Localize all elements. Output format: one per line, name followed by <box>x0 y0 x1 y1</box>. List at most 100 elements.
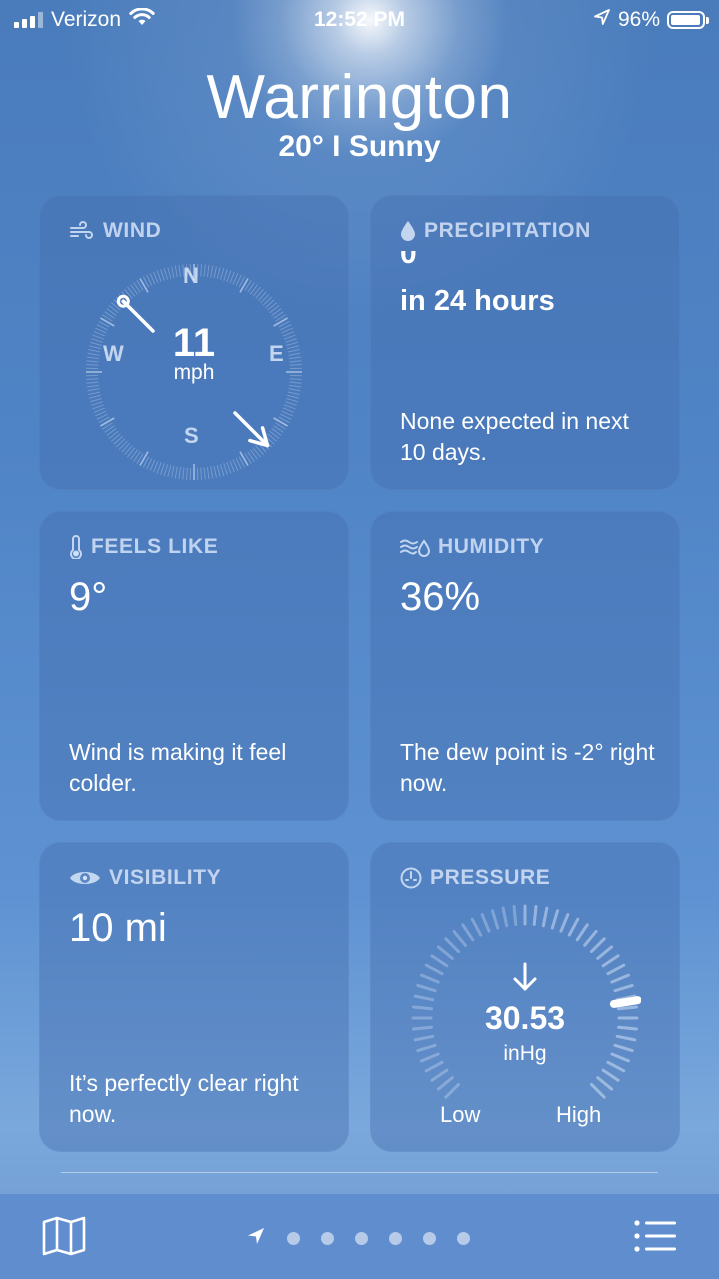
compass-tick <box>226 270 232 282</box>
wind-tile[interactable]: WIND N S E W 11 mph <box>39 195 349 490</box>
gauge-tick <box>575 923 589 942</box>
battery-fill <box>671 15 700 25</box>
pressure-unit: inHg <box>503 1042 547 1065</box>
compass-tick <box>100 417 115 427</box>
gauge-tick <box>532 905 538 926</box>
list-button[interactable] <box>634 1220 678 1257</box>
visibility-title: VISIBILITY <box>109 866 222 889</box>
gauge-tick <box>501 906 509 928</box>
page-dot[interactable] <box>321 1232 334 1245</box>
pressure-tile-header: PRESSURE <box>400 866 550 890</box>
gauge-tick <box>436 1076 454 1091</box>
gauge-tick <box>444 937 461 954</box>
precipitation-title: PRECIPITATION <box>424 219 591 242</box>
page-dot[interactable] <box>423 1232 436 1245</box>
compass-tick <box>91 401 103 406</box>
compass-tick <box>93 407 106 413</box>
compass-tick <box>92 404 104 410</box>
page-dot[interactable] <box>389 1232 402 1245</box>
visibility-description: It’s perfectly clear right now. <box>69 1070 299 1127</box>
gauge-tick <box>583 929 598 947</box>
compass-tick <box>178 466 182 480</box>
compass-tick <box>210 466 214 479</box>
compass-tick <box>287 394 299 399</box>
compass-tick <box>156 270 162 282</box>
compass-tick <box>267 433 278 442</box>
feels-like-value: 9° <box>69 575 108 619</box>
gauge-tick <box>596 1076 614 1091</box>
visibility-tile[interactable]: VISIBILITY 10 mi It’s perfectly clear ri… <box>39 842 349 1152</box>
precipitation-value: 0 <box>400 251 417 270</box>
page-dot[interactable] <box>457 1232 470 1245</box>
gauge-tick <box>613 983 634 993</box>
feels-like-tile-header: FEELS LIKE <box>69 535 218 559</box>
pressure-tile[interactable]: PRESSURE 30.53 inHg Low High <box>370 842 680 1152</box>
gauge-tick <box>436 945 454 960</box>
battery-icon <box>667 11 709 29</box>
map-icon <box>42 1216 86 1256</box>
humidity-tile[interactable]: HUMIDITY 36% The dew point is -2° right … <box>370 511 680 821</box>
compass-tick <box>153 460 159 473</box>
gauge-tick <box>589 937 606 954</box>
gauge-tick <box>430 954 449 968</box>
compass-tick <box>288 388 301 392</box>
gauge-tick <box>416 983 437 993</box>
compass-tick <box>171 266 175 279</box>
drop-icon <box>400 220 416 242</box>
pressure-low-label: Low <box>440 1102 481 1127</box>
precipitation-tile[interactable]: PRECIPITATION 0 in 24 hours None expecte… <box>370 195 680 490</box>
compass-tick <box>286 397 298 403</box>
compass-tick <box>223 269 228 281</box>
humidity-tile-header: HUMIDITY <box>400 535 544 559</box>
gauge-icon <box>400 867 422 889</box>
compass-tick <box>282 407 295 413</box>
gauge-tick <box>610 973 630 984</box>
compass-tick <box>213 465 217 478</box>
compass-tick <box>139 278 149 293</box>
feels-like-tile[interactable]: FEELS LIKE 9° Wind is making it feel col… <box>39 511 349 821</box>
compass-tick <box>178 264 182 278</box>
battery-percent: 96% <box>617 8 660 31</box>
pressure-high-label: High <box>556 1102 602 1127</box>
humidity-description: The dew point is -2° right now. <box>400 739 655 796</box>
map-button[interactable] <box>42 1216 86 1261</box>
compass-tick <box>118 440 128 451</box>
gauge-tick <box>606 963 626 976</box>
compass-south: S <box>184 423 199 448</box>
feels-like-title: FEELS LIKE <box>91 535 219 558</box>
compass-tick <box>86 384 100 388</box>
compass-tick <box>229 271 235 284</box>
compass-tick <box>255 445 264 456</box>
compass-tick <box>288 384 302 388</box>
precipitation-value-clip: 0 <box>400 251 660 281</box>
compass-tick <box>219 268 225 280</box>
compass-tick <box>285 401 297 406</box>
compass-tick <box>239 451 249 466</box>
thermometer-icon <box>69 535 83 559</box>
gauge-tick <box>550 909 560 930</box>
compass-north: N <box>183 263 199 288</box>
compass-tick <box>163 464 169 476</box>
gauge-tick <box>490 909 500 930</box>
compass-tick <box>226 462 232 474</box>
compass-tick <box>171 465 175 478</box>
page-indicator[interactable] <box>246 1226 470 1251</box>
pressure-title: PRESSURE <box>430 866 551 889</box>
precipitation-description: None expected in next 10 days. <box>400 408 629 465</box>
location-arrow-icon <box>593 8 611 32</box>
humidity-title: HUMIDITY <box>438 535 545 558</box>
compass-tick <box>185 467 188 480</box>
visibility-tile-header: VISIBILITY <box>69 866 221 890</box>
pressure-value: 30.53 <box>484 1000 566 1036</box>
page-dot[interactable] <box>355 1232 368 1245</box>
compass-tick <box>200 467 203 480</box>
compass-tick <box>113 435 123 445</box>
gauge-tick <box>512 905 518 926</box>
compass-tick <box>206 466 210 480</box>
compass-tick <box>223 463 228 475</box>
compass-tick <box>273 417 288 427</box>
gauge-tick <box>424 963 444 976</box>
compass-tick <box>110 433 121 442</box>
page-dot[interactable] <box>287 1232 300 1245</box>
eye-icon <box>69 868 101 888</box>
